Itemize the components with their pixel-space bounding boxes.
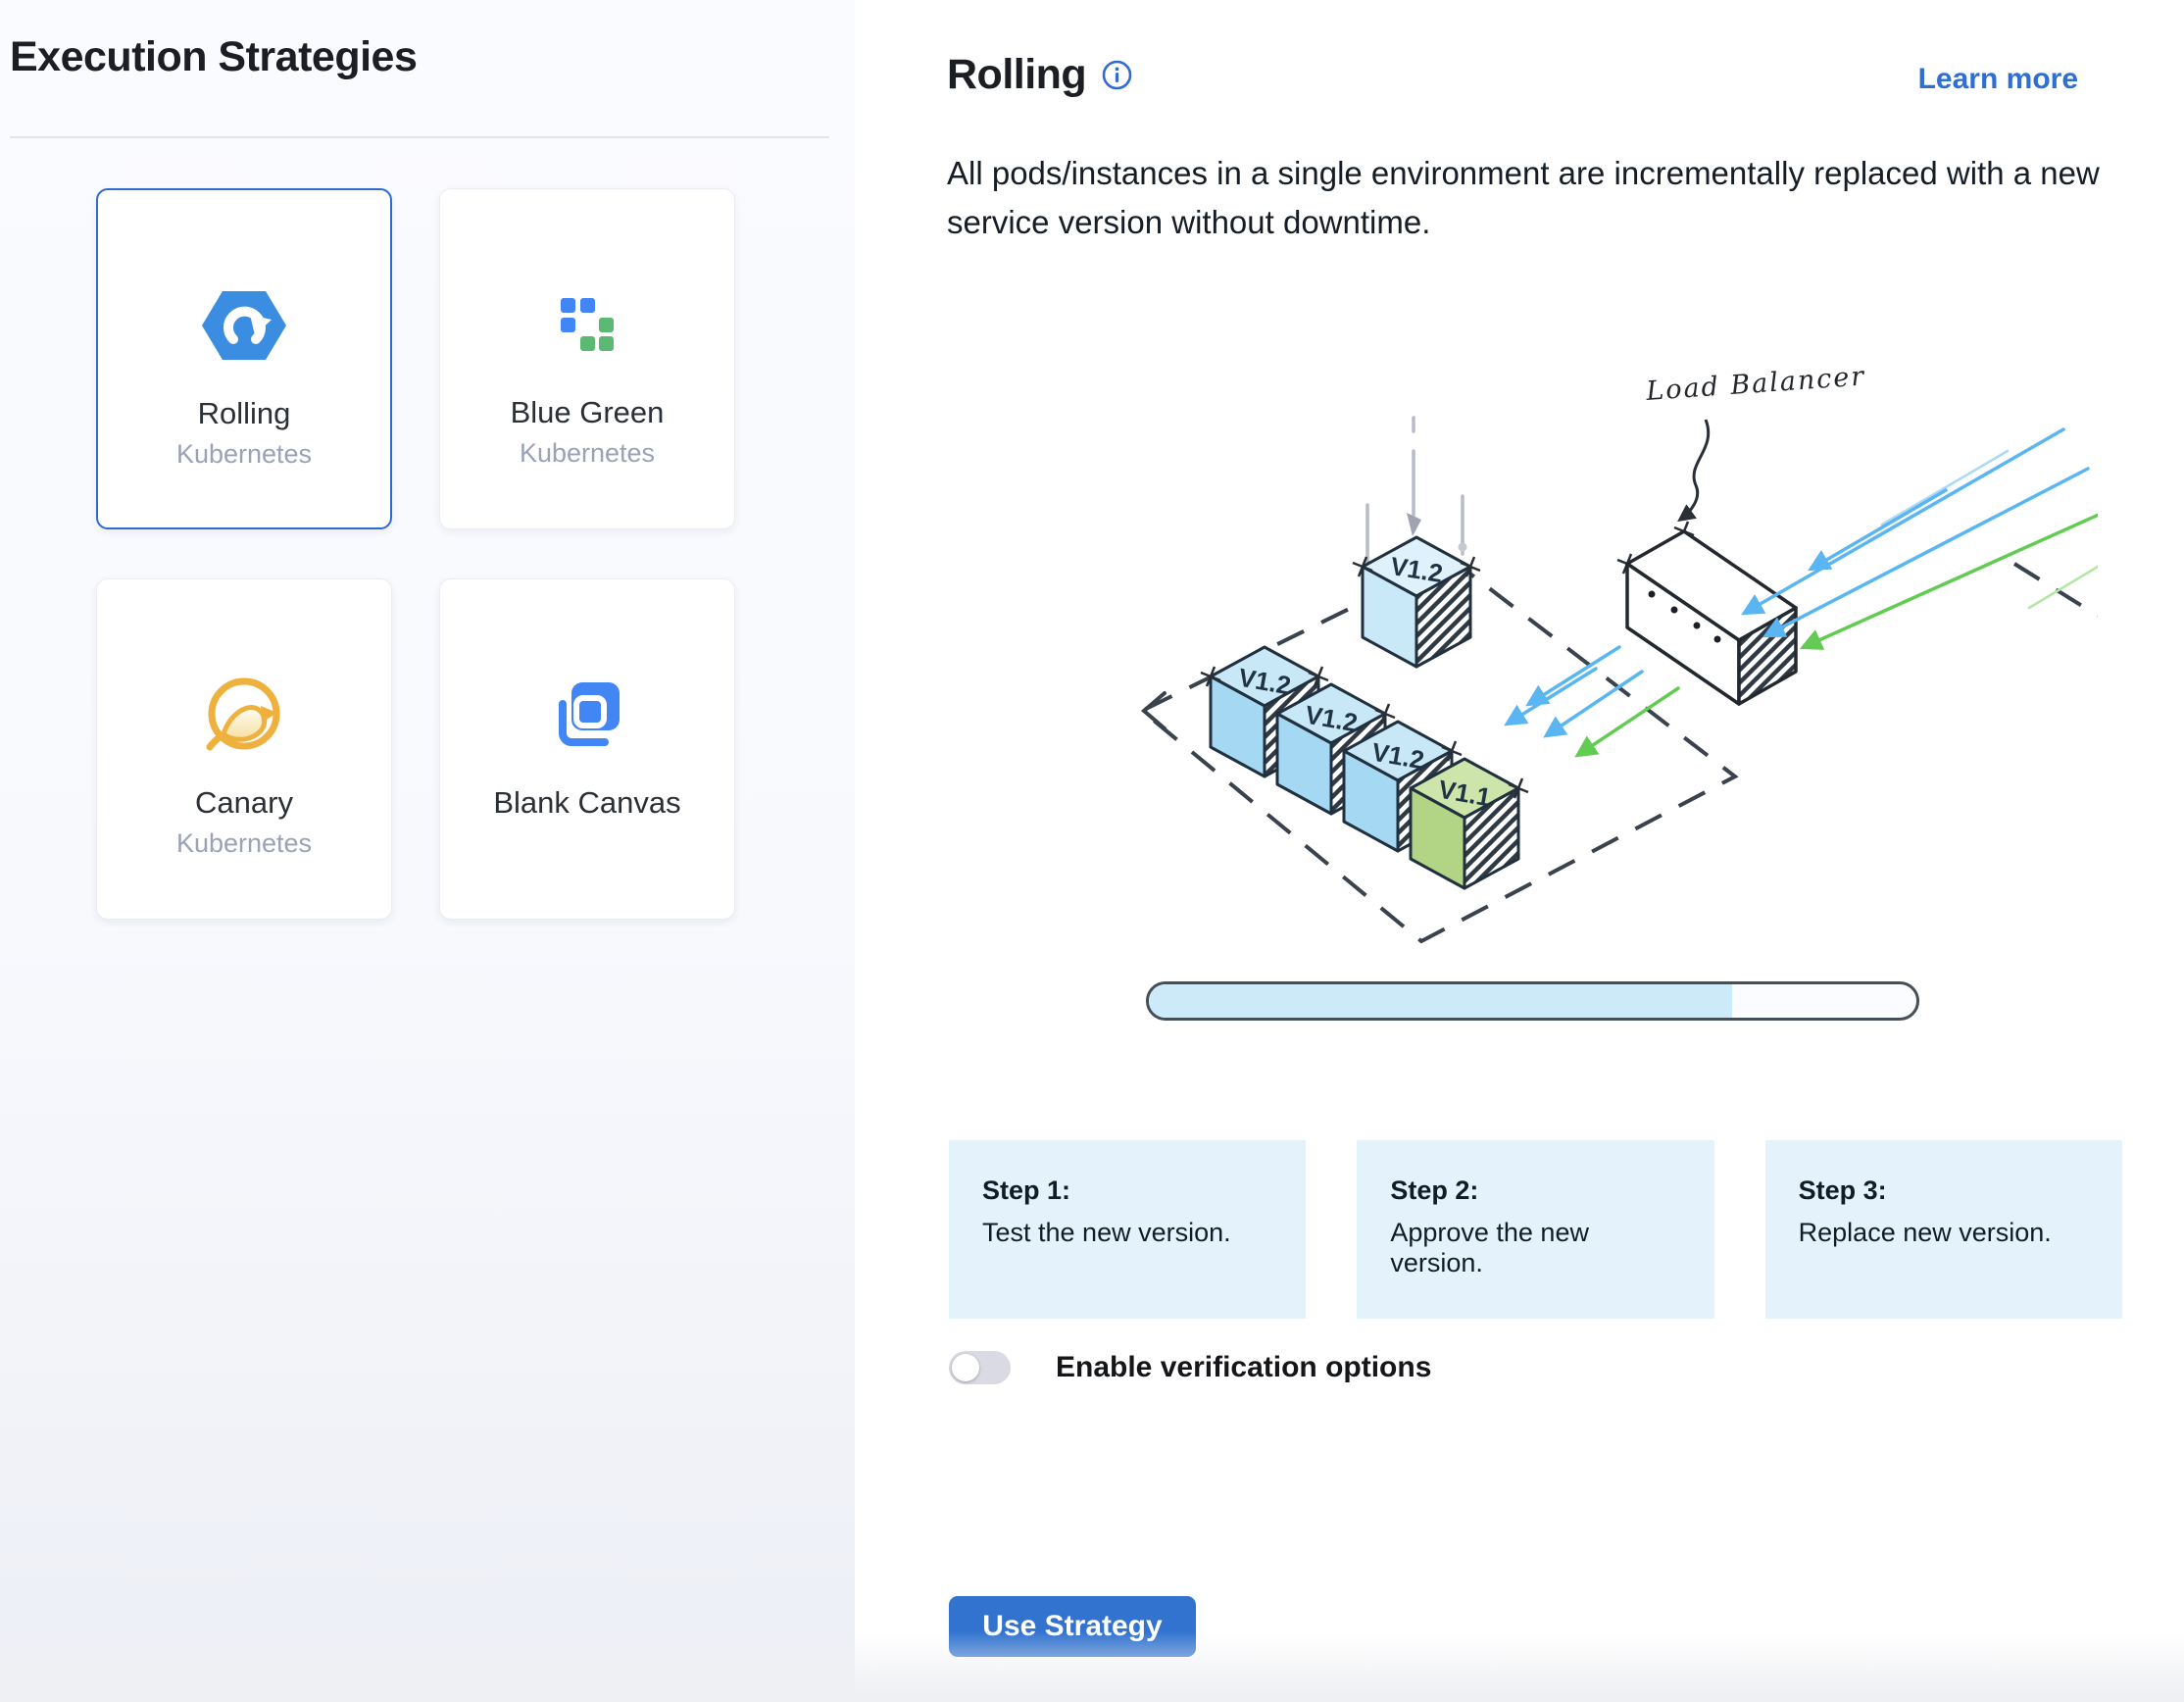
step-card: Step 1: Test the new version. bbox=[949, 1140, 1306, 1319]
strategy-list-panel: Execution Strategies Rolling Kubernetes bbox=[0, 0, 855, 1702]
strategy-card-label: Canary bbox=[195, 785, 293, 821]
load-balancer-box bbox=[1627, 531, 1796, 704]
strategy-card-blue-green[interactable]: Blue Green Kubernetes bbox=[439, 188, 735, 529]
strategy-title: Rolling bbox=[947, 51, 1086, 99]
verification-toggle-row: Enable verification options bbox=[949, 1351, 1431, 1384]
progress-fill bbox=[1149, 984, 1732, 1018]
toggle-knob bbox=[952, 1354, 979, 1381]
strategy-description: All pods/instances in a single environme… bbox=[947, 149, 2123, 247]
step-card: Step 2: Approve the new version. bbox=[1357, 1140, 1713, 1319]
steps-row: Step 1: Test the new version. Step 2: Ap… bbox=[949, 1140, 2122, 1319]
canary-icon bbox=[202, 666, 286, 764]
step-title: Step 1: bbox=[982, 1176, 1278, 1206]
step-text: Approve the new version. bbox=[1390, 1218, 1686, 1278]
strategy-card-sublabel: Kubernetes bbox=[176, 828, 312, 859]
step-card: Step 3: Replace new version. bbox=[1765, 1140, 2122, 1319]
step-text: Test the new version. bbox=[982, 1218, 1278, 1248]
strategy-card-canary[interactable]: Canary Kubernetes bbox=[96, 578, 392, 920]
info-icon[interactable] bbox=[1102, 60, 1132, 90]
verification-toggle[interactable] bbox=[949, 1351, 1011, 1384]
learn-more-link[interactable]: Learn more bbox=[1918, 63, 2078, 96]
rollout-progress-bar bbox=[1146, 981, 1919, 1021]
left-panel-divider bbox=[10, 136, 829, 138]
detail-header: Rolling bbox=[947, 51, 1132, 99]
strategy-card-label: Rolling bbox=[198, 396, 291, 431]
page-title: Execution Strategies bbox=[10, 33, 417, 81]
verification-toggle-label: Enable verification options bbox=[1056, 1351, 1431, 1384]
use-strategy-button[interactable]: Use Strategy bbox=[949, 1596, 1196, 1657]
execution-strategies-screen: Execution Strategies Rolling Kubernetes bbox=[0, 0, 2184, 1702]
traffic-arrows bbox=[1508, 429, 2098, 755]
strategy-card-sublabel: Kubernetes bbox=[520, 438, 655, 469]
strategy-card-blank-canvas[interactable]: Blank Canvas bbox=[439, 578, 735, 920]
rolling-deployment-illustration: V1.2 V1.2 V1.2 V1.2 V1.1 bbox=[1117, 324, 2098, 961]
strategy-card-label: Blank Canvas bbox=[493, 785, 680, 821]
strategy-card-sublabel: Kubernetes bbox=[176, 439, 312, 470]
strategy-card-rolling[interactable]: Rolling Kubernetes bbox=[96, 188, 392, 529]
step-text: Replace new version. bbox=[1799, 1218, 2095, 1248]
load-balancer-label: Load Balancer bbox=[1644, 361, 1866, 407]
blank-canvas-icon bbox=[549, 666, 625, 764]
blue-green-icon bbox=[561, 275, 614, 374]
rolling-icon bbox=[201, 276, 287, 375]
step-title: Step 2: bbox=[1390, 1176, 1686, 1206]
strategy-detail-panel: Rolling Learn more All pods/instances in… bbox=[855, 0, 2184, 1702]
strategy-card-label: Blue Green bbox=[511, 395, 665, 430]
step-title: Step 3: bbox=[1799, 1176, 2095, 1206]
callout-arrow bbox=[1680, 420, 1709, 520]
